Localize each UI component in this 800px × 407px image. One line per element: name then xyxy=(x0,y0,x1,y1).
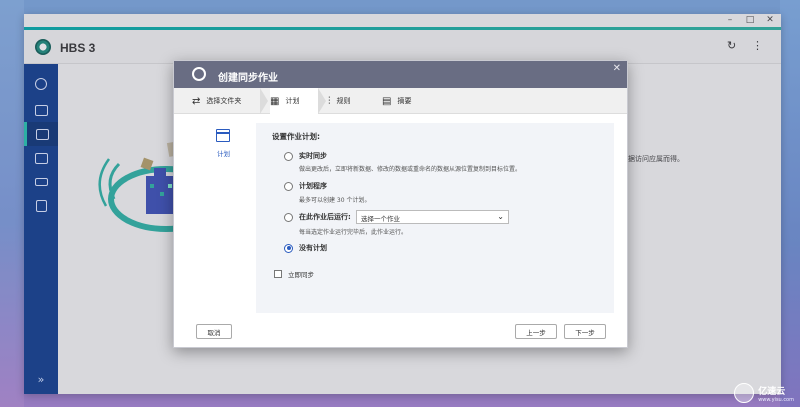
dialog-close-button[interactable]: ✕ xyxy=(613,63,621,74)
next-button[interactable]: 下一步 xyxy=(564,324,606,339)
step-label: 选择文件夹 xyxy=(206,97,242,105)
minimize-button[interactable]: – xyxy=(725,15,735,25)
watermark-logo-icon xyxy=(734,383,755,403)
dialog-title: 创建同步作业 xyxy=(218,73,278,84)
dialog-title-bar: 创建同步作业 ✕ xyxy=(174,61,627,88)
sidebar-item-services[interactable] xyxy=(24,170,58,194)
sliders-icon: ⫶ xyxy=(328,95,331,107)
option-label: 计划程序 xyxy=(299,182,327,190)
radio-realtime[interactable] xyxy=(284,151,293,161)
app-header: HBS 3 ↻ ⋮ xyxy=(24,30,781,64)
sidebar-item-backup[interactable] xyxy=(24,98,58,122)
sync-now-checkbox[interactable] xyxy=(274,270,282,278)
previous-button[interactable]: 上一步 xyxy=(515,324,557,339)
desktop-background-left xyxy=(0,0,24,407)
more-options-icon[interactable]: ⋮ xyxy=(752,39,763,52)
step-label: 摘要 xyxy=(397,97,412,105)
option-label: 没有计划 xyxy=(299,244,327,252)
background-description-text: 据访问应属而得。 xyxy=(628,155,684,163)
desktop-background-right xyxy=(780,0,800,407)
job-select-dropdown[interactable]: 选择一个作业 ⌄ xyxy=(356,210,509,224)
refresh-icon[interactable]: ↻ xyxy=(727,39,736,52)
maximize-button[interactable]: □ xyxy=(745,15,755,25)
storage-icon xyxy=(34,152,48,164)
watermark-brand: 亿速云 xyxy=(758,386,786,397)
step-summary[interactable]: ▤ 摘要 xyxy=(382,88,432,114)
option-description: 做出更改后，立即将新数据、修改的数据或重命名的数据从源位置复制到目标位置。 xyxy=(299,166,522,173)
section-title: 设置作业计划: xyxy=(272,132,320,141)
app-title: HBS 3 xyxy=(60,41,96,55)
chevron-down-icon: ⌄ xyxy=(497,212,504,221)
step-label: 规则 xyxy=(336,97,351,105)
cancel-button[interactable]: 取消 xyxy=(196,324,232,339)
sidebar-item-overview[interactable] xyxy=(24,72,58,96)
log-icon xyxy=(35,200,47,212)
option-label: 在此作业后运行: xyxy=(299,213,351,221)
sync-now-label: 立即同步 xyxy=(288,271,314,279)
watermark-url: www.yisu.com xyxy=(758,396,794,403)
services-icon xyxy=(34,178,48,186)
step-rules[interactable]: ⫶ 规则 xyxy=(328,88,378,114)
window-controls: – □ ✕ xyxy=(725,15,775,25)
option-scheduler[interactable]: 计划程序 xyxy=(284,181,327,191)
schedule-calendar-icon xyxy=(216,129,230,142)
radio-run-after[interactable] xyxy=(284,212,293,222)
clipboard-icon: ▤ xyxy=(382,95,392,107)
step-label: 计划 xyxy=(285,97,300,105)
watermark: 亿速云 www.yisu.com xyxy=(734,383,794,403)
option-label: 实时同步 xyxy=(299,152,327,160)
step-select-folder[interactable]: ⇄ 选择文件夹 xyxy=(192,88,270,114)
left-pane: 计划 xyxy=(174,115,256,315)
option-description: 最多可以创建 30 个计划。 xyxy=(299,197,371,204)
radio-no-schedule[interactable] xyxy=(284,243,293,253)
sidebar-item-storage[interactable] xyxy=(24,146,58,170)
close-window-button[interactable]: ✕ xyxy=(765,15,775,25)
backup-icon xyxy=(34,104,48,116)
left-pane-label: 计划 xyxy=(217,150,230,158)
step-separator xyxy=(260,88,268,114)
sidebar: » xyxy=(24,64,58,394)
sync-now-checkbox-row[interactable]: 立即同步 xyxy=(274,269,314,279)
hbs-logo-icon xyxy=(35,39,51,55)
option-no-schedule[interactable]: 没有计划 xyxy=(284,243,327,253)
option-realtime-sync[interactable]: 实时同步 xyxy=(284,151,327,161)
sync-icon xyxy=(36,128,49,140)
option-description: 每当选定作业运行完毕后，此作业运行。 xyxy=(299,229,408,236)
expand-sidebar-icon[interactable]: » xyxy=(24,373,58,386)
create-sync-job-dialog: 创建同步作业 ✕ ⇄ 选择文件夹 ▦ 计划 ⫶ 规则 ▤ 摘要 计划 设置作业计… xyxy=(173,60,628,348)
sidebar-item-sync[interactable] xyxy=(24,122,58,146)
step-schedule[interactable]: ▦ 计划 xyxy=(270,88,318,114)
sidebar-item-logs[interactable] xyxy=(24,194,58,218)
calendar-icon: ▦ xyxy=(270,95,280,107)
sync-job-icon xyxy=(192,67,206,81)
radio-scheduler[interactable] xyxy=(284,181,293,191)
step-separator xyxy=(318,88,326,114)
wizard-steps: ⇄ 选择文件夹 ▦ 计划 ⫶ 规则 ▤ 摘要 xyxy=(174,88,627,114)
folder-sync-icon: ⇄ xyxy=(192,95,201,107)
dashboard-icon xyxy=(35,78,47,90)
option-run-after-job[interactable]: 在此作业后运行: xyxy=(284,212,351,222)
job-select-value: 选择一个作业 xyxy=(361,215,400,223)
